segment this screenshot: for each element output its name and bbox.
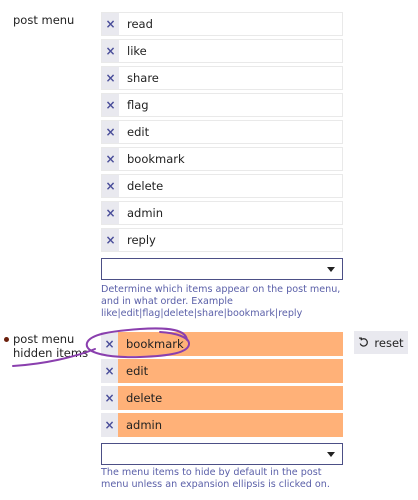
list-item: × like bbox=[101, 39, 343, 63]
list-item-value: delete bbox=[118, 386, 343, 410]
remove-icon[interactable]: × bbox=[102, 148, 119, 170]
changed-indicator-icon bbox=[4, 337, 9, 342]
list-item-value: admin bbox=[118, 413, 343, 437]
list-item-value: share bbox=[127, 71, 159, 85]
post-menu-help: Determine which items appear on the post… bbox=[101, 284, 341, 319]
list-item: × admin bbox=[101, 201, 343, 225]
remove-icon[interactable]: × bbox=[102, 67, 119, 89]
remove-icon[interactable]: × bbox=[101, 386, 118, 410]
post-menu-add-dropdown[interactable] bbox=[101, 258, 343, 280]
list-item-value: like bbox=[127, 44, 147, 58]
list-item-value: reply bbox=[127, 233, 156, 247]
remove-icon[interactable]: × bbox=[102, 94, 119, 116]
list-item: × edit bbox=[101, 120, 343, 144]
remove-icon[interactable]: × bbox=[102, 40, 119, 62]
list-item: × read bbox=[101, 12, 343, 36]
chevron-down-icon bbox=[327, 267, 335, 272]
list-item-value: bookmark bbox=[118, 332, 343, 356]
post-menu-hidden-items-label-text: post menu hidden items bbox=[13, 332, 89, 360]
post-menu-hidden-items-label: post menu hidden items bbox=[4, 332, 93, 360]
remove-icon[interactable]: × bbox=[102, 13, 119, 35]
list-item: × flag bbox=[101, 93, 343, 117]
list-item-value: bookmark bbox=[127, 152, 185, 166]
list-item-value: flag bbox=[127, 98, 149, 112]
undo-icon bbox=[359, 337, 369, 347]
list-item: × bookmark bbox=[101, 332, 343, 356]
remove-icon[interactable]: × bbox=[102, 121, 119, 143]
post-menu-hidden-items-help: The menu items to hide by default in the… bbox=[101, 467, 330, 490]
list-item-value: read bbox=[127, 17, 153, 31]
remove-icon[interactable]: × bbox=[101, 359, 118, 383]
post-menu-list: × read × like × share × flag × edit × bo… bbox=[101, 12, 343, 255]
remove-icon[interactable]: × bbox=[101, 332, 118, 356]
list-item-value: admin bbox=[127, 206, 164, 220]
list-item: × delete bbox=[101, 174, 343, 198]
remove-icon[interactable]: × bbox=[102, 175, 119, 197]
list-item: × admin bbox=[101, 413, 343, 437]
post-menu-hidden-items-list: × bookmark × edit × delete × admin bbox=[101, 332, 343, 440]
remove-icon[interactable]: × bbox=[102, 202, 119, 224]
remove-icon[interactable]: × bbox=[101, 413, 118, 437]
chevron-down-icon bbox=[327, 452, 335, 457]
list-item: × delete bbox=[101, 386, 343, 410]
reset-button-label: reset bbox=[374, 335, 404, 350]
list-item: × share bbox=[101, 66, 343, 90]
list-item-value: edit bbox=[127, 125, 150, 139]
list-item-value: edit bbox=[118, 359, 343, 383]
post-menu-hidden-items-add-dropdown[interactable] bbox=[101, 443, 343, 465]
list-item: × edit bbox=[101, 359, 343, 383]
post-menu-label: post menu bbox=[13, 13, 75, 27]
remove-icon[interactable]: × bbox=[102, 229, 119, 251]
list-item: × reply bbox=[101, 228, 343, 252]
list-item: × bookmark bbox=[101, 147, 343, 171]
list-item-value: delete bbox=[127, 179, 164, 193]
reset-button[interactable]: reset bbox=[354, 331, 408, 354]
